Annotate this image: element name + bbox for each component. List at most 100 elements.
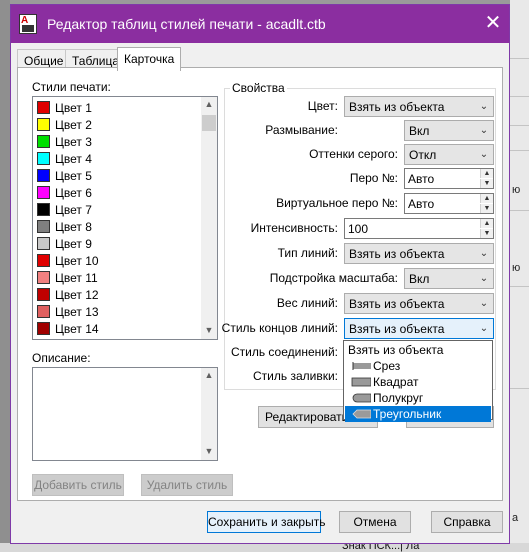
list-item-label: Цвет 5 [55,169,92,183]
color-swatch [37,339,50,340]
list-item[interactable]: Цвет 2 [35,116,201,133]
color-swatch [37,135,50,148]
delete-style-button[interactable]: Удалить стиль [141,474,233,496]
chevron-down-icon: ⌄ [479,273,489,284]
list-item-label: Цвет 7 [55,203,92,217]
background-statusbar: Знак ПСК...| Ла [0,540,529,552]
scroll-up-icon[interactable]: ▲ [201,368,217,382]
list-item[interactable]: Цвет 6 [35,184,201,201]
title-bar[interactable]: A Редактор таблиц стилей печати - acadlt… [11,5,509,43]
line-end-dropdown[interactable]: Взять из объекта Срез Квадрат Полукруг Т… [343,340,493,422]
list-item[interactable]: Цвет 7 [35,201,201,218]
chevron-down-icon: ⌄ [479,101,489,112]
description-label: Описание: [32,351,91,365]
description-field[interactable]: ▲ ▼ [32,367,218,461]
spin-up-icon: ▲ [480,194,493,203]
list-item[interactable]: Цвет 3 [35,133,201,150]
dropdown-option[interactable]: Квадрат [345,374,491,390]
list-item[interactable]: Цвет 14 [35,320,201,337]
chevron-down-icon: ⌄ [479,149,489,160]
save-and-close-button[interactable]: Сохранить и закрыть [207,511,325,533]
line-end-label: Стиль концов линий: [221,321,338,335]
dropdown-option[interactable]: Взять из объекта [345,342,491,358]
intensity-label: Интенсивность: [250,221,338,235]
intensity-spinner[interactable]: 100 ▲ ▼ [344,218,494,239]
list-item[interactable]: Цвет 11 [35,269,201,286]
line-join-label: Стиль соединений: [230,345,338,359]
adaptive-combo[interactable]: Вкл ⌄ [404,268,494,289]
list-item[interactable]: Цвет 5 [35,167,201,184]
list-item[interactable]: Цвет 8 [35,218,201,235]
color-combo[interactable]: Взять из объекта ⌄ [344,96,494,117]
virtual-pen-spinner[interactable]: Авто ▲ ▼ [404,193,494,214]
adaptive-label: Подстройка масштаба: [269,271,398,285]
background-text: ю [512,262,521,274]
background-window-right: ю ю а [510,0,529,552]
linetype-combo[interactable]: Взять из объекта ⌄ [344,243,494,264]
square-cap-icon [351,377,371,387]
list-item[interactable]: Цвет 12 [35,286,201,303]
dropdown-option[interactable]: Полукруг [345,390,491,406]
dropdown-option[interactable]: Срез [345,358,491,374]
spin-up-icon: ▲ [480,219,493,228]
cancel-button[interactable]: Отмена [339,511,411,533]
diamond-cap-icon [352,409,371,419]
properties-group-label: Свойства [230,81,287,95]
pen-label: Перо №: [349,171,398,185]
plot-style-editor-dialog: A Редактор таблиц стилей печати - acadlt… [10,4,510,544]
list-item[interactable]: Цвет 13 [35,303,201,320]
plot-styles-list[interactable]: Цвет 1 Цвет 2 Цвет 3 Цвет 4 Цвет 5 Цвет 6 Цвет… [32,96,218,340]
list-item[interactable]: Цвет 10 [35,252,201,269]
list-item-label: Цвет 2 [55,118,92,132]
color-label: Цвет: [307,99,338,113]
chevron-down-icon: ⌄ [479,125,489,136]
grayscale-combo[interactable]: Откл ⌄ [404,144,494,165]
scroll-up-icon[interactable]: ▲ [201,97,217,111]
close-icon[interactable]: ✕ [481,11,505,35]
dither-label: Размывание: [265,123,338,137]
grayscale-label: Оттенки серого: [309,147,398,161]
dropdown-option-selected[interactable]: Треугольник [345,406,491,422]
list-item[interactable]: Цвет 1 [35,99,201,116]
background-text: а [512,512,519,524]
color-swatch [37,203,50,216]
list-item[interactable]: Цвет 4 [35,150,201,167]
color-swatch [37,322,50,335]
spin-down-icon: ▼ [480,229,493,238]
list-item-label: Цвет 8 [55,220,92,234]
list-item-label: Цвет 6 [55,186,92,200]
list-item-label: Цвет 1 [55,101,92,115]
chevron-down-icon: ⌄ [479,298,489,309]
scroll-thumb[interactable] [202,115,216,131]
color-swatch [37,118,50,131]
color-swatch [37,254,50,267]
butt-cap-icon [352,362,371,370]
add-style-button[interactable]: Добавить стиль [32,474,124,496]
pen-spinner[interactable]: Авто ▲ ▼ [404,168,494,189]
color-swatch [37,305,50,318]
background-text: ю [512,184,521,196]
color-swatch [37,186,50,199]
styles-scrollbar[interactable]: ▲ ▼ [201,97,217,339]
list-item[interactable]: Цвет 15 [35,337,201,340]
list-item[interactable]: Цвет 9 [35,235,201,252]
line-end-combo[interactable]: Взять из объекта ⌄ [344,318,494,339]
description-scrollbar[interactable]: ▲ ▼ [201,368,217,460]
dither-combo[interactable]: Вкл ⌄ [404,120,494,141]
color-swatch [37,152,50,165]
linetype-label: Тип линий: [277,246,338,260]
scroll-down-icon[interactable]: ▼ [201,323,217,337]
color-swatch [37,271,50,284]
spin-up-icon: ▲ [480,169,493,178]
lineweight-combo[interactable]: Взять из объекта ⌄ [344,293,494,314]
styles-label: Стили печати: [32,80,111,94]
color-swatch [37,220,50,233]
round-cap-icon [352,393,371,403]
dialog-title: Редактор таблиц стилей печати - acadlt.c… [47,16,326,32]
color-swatch [37,288,50,301]
scroll-down-icon[interactable]: ▼ [201,444,217,458]
spin-down-icon: ▼ [480,179,493,188]
tab-card[interactable]: Карточка [117,47,182,71]
list-item-label: Цвет 14 [55,322,99,336]
help-button[interactable]: Справка [431,511,503,533]
